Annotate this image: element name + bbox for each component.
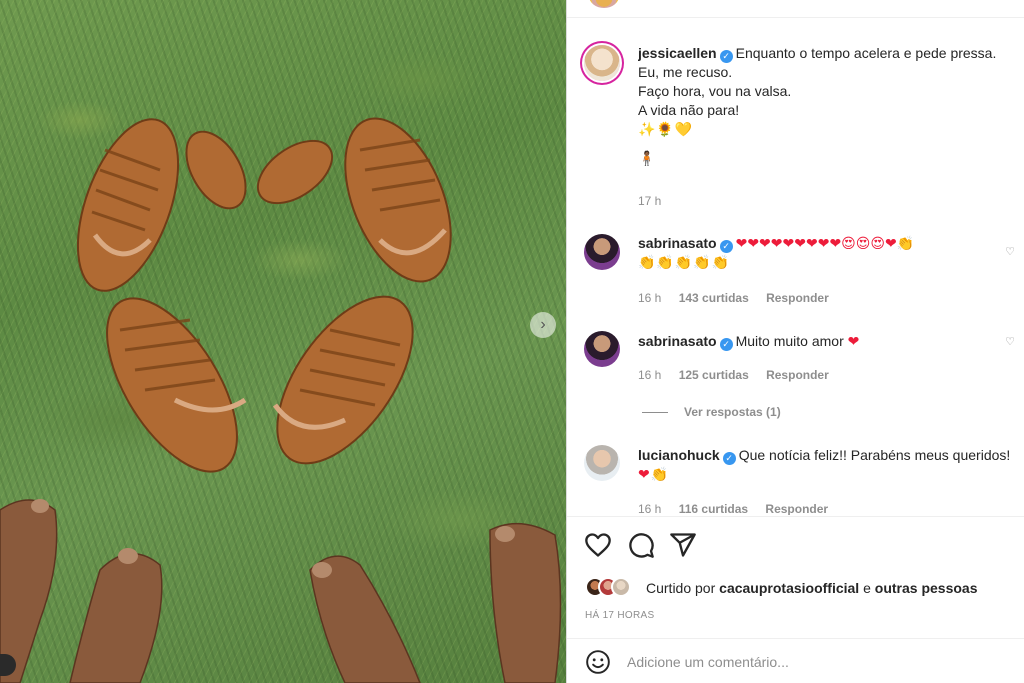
caption-emoji-2: 🧍🏾 [638, 150, 657, 166]
comments-list[interactable]: jessicaellen ✓ Enquanto o tempo acelera e … [567, 19, 1024, 515]
comment-time[interactable]: 16 h [638, 291, 661, 305]
view-replies-button[interactable]: Ver respostas (1) [642, 405, 781, 419]
caption-emoji-1: ✨🌻💛 [638, 121, 694, 137]
comment-emoji: ❤ [847, 333, 860, 349]
verified-icon: ✓ [722, 452, 736, 465]
comment-likes[interactable]: 116 curtidas [679, 502, 748, 515]
caption-time: 17 h [638, 194, 675, 208]
emoji-icon[interactable] [585, 649, 611, 675]
add-comment-bar [567, 638, 1024, 683]
comment-time[interactable]: 16 h [638, 502, 661, 515]
caption-timestamp[interactable]: 17 h [638, 194, 661, 208]
comment-username[interactable]: lucianohuck [638, 447, 720, 463]
caption-username[interactable]: jessicaellen [638, 45, 717, 61]
avatar[interactable] [584, 234, 620, 270]
comment-text: lucianohuck ✓ Que notícia feliz!! Parabéns… [638, 446, 1019, 484]
photo-illustration [0, 117, 562, 683]
liked-avatar[interactable] [611, 577, 631, 597]
post-time-ago[interactable]: HÁ 17 HORAS [585, 610, 654, 621]
liked-others[interactable]: outras pessoas [875, 580, 978, 596]
header-avatar[interactable] [589, 0, 619, 8]
liked-prefix: Curtido por [646, 580, 716, 596]
avatar[interactable] [584, 45, 620, 81]
post-photo[interactable]: › [0, 0, 566, 683]
post-side-panel: jessicaellen ✓ Enquanto o tempo acelera e … [566, 0, 1024, 683]
caption-line-1: Enquanto o tempo acelera e pede pressa. [735, 45, 997, 61]
comment-like-heart-icon[interactable]: ♡ [1005, 245, 1015, 258]
view-replies-label: Ver respostas (1) [684, 405, 781, 419]
comment-username[interactable]: sabrinasato [638, 333, 717, 349]
reply-button[interactable]: Responder [766, 368, 829, 382]
comment-input[interactable] [627, 651, 997, 673]
heart-icon[interactable] [584, 531, 612, 559]
liked-and: e [863, 580, 871, 596]
post-actions: Curtido por cacauprotasioofficial e outr… [567, 516, 1024, 638]
header-strip [567, 0, 1024, 18]
caption-text: jessicaellen ✓ Enquanto o tempo acelera e … [638, 44, 1019, 168]
comment-body: Muito muito amor [735, 333, 844, 349]
comment-likes[interactable]: 125 curtidas [679, 368, 749, 382]
comment-meta: 16 h 143 curtidas Responder [638, 291, 843, 305]
carousel-next-chevron-right-icon[interactable]: › [530, 312, 556, 338]
comment-text-line-1: ❤❤❤❤❤❤❤❤❤😍😍😍❤👏 [735, 235, 915, 251]
comment-text: sabrinasato ✓ ❤❤❤❤❤❤❤❤❤😍😍😍❤👏 👏👏👏👏👏 [638, 234, 1019, 272]
verified-icon: ✓ [719, 240, 733, 253]
avatar[interactable] [584, 445, 620, 481]
comment-time[interactable]: 16 h [638, 368, 661, 382]
avatar[interactable] [584, 331, 620, 367]
comment-username[interactable]: sabrinasato [638, 235, 717, 251]
verified-icon: ✓ [719, 50, 733, 63]
comment-meta: 16 h 125 curtidas Responder [638, 368, 843, 382]
comment-like-heart-icon[interactable]: ♡ [1005, 335, 1015, 348]
liked-username[interactable]: cacauprotasioofficial [719, 580, 859, 596]
caption-line-4: A vida não para! [638, 102, 740, 118]
comment-likes[interactable]: 143 curtidas [679, 291, 749, 305]
comment-body: Que notícia feliz!! Parabéns meus querid… [738, 447, 1011, 463]
liked-by-text: Curtido por cacauprotasioofficial e outr… [646, 580, 978, 596]
comment-icon[interactable] [627, 531, 655, 559]
view-replies-dash [642, 412, 668, 414]
reply-button[interactable]: Responder [765, 502, 828, 515]
comment-text: sabrinasato ✓ Muito muito amor ❤ [638, 332, 1019, 351]
caption-line-3: Faço hora, vou na valsa. [638, 83, 792, 99]
share-icon[interactable] [669, 531, 697, 559]
caption-line-2: Eu, me recuso. [638, 64, 733, 80]
comment-text-line-2: 👏👏👏👏👏 [638, 254, 731, 270]
verified-icon: ✓ [719, 338, 733, 351]
comment-meta: 16 h 116 curtidas Responder [638, 502, 842, 515]
comment-text-line-2: ❤👏 [638, 466, 670, 482]
reply-button[interactable]: Responder [766, 291, 829, 305]
